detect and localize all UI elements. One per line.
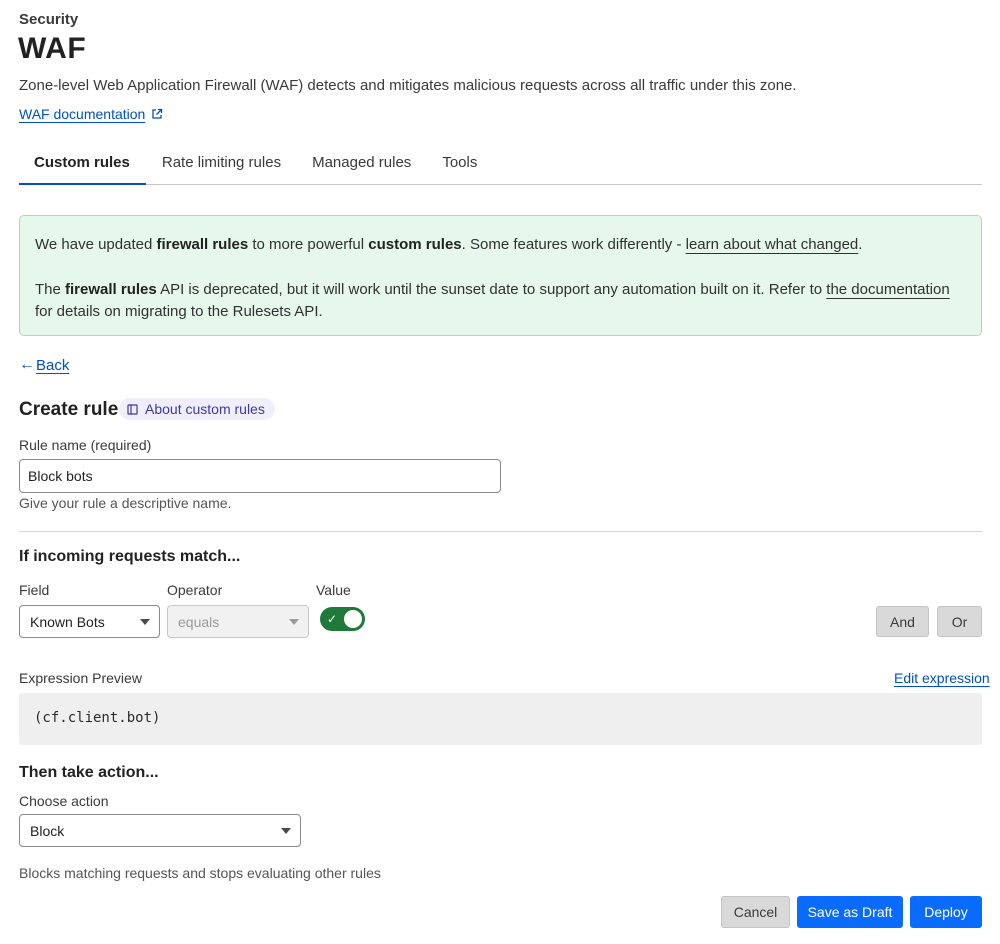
learn-what-changed-link[interactable]: learn about what changed (686, 236, 859, 253)
notice-line-1: We have updated firewall rules to more p… (35, 236, 863, 253)
operator-label: Operator (167, 582, 223, 598)
back-link[interactable]: ← Back (19, 356, 69, 374)
create-rule-title: Create rule (19, 399, 119, 420)
value-label: Value (316, 582, 351, 598)
operator-select-value: equals (178, 613, 220, 630)
or-button[interactable]: Or (937, 606, 982, 637)
choose-action-label: Choose action (19, 793, 109, 809)
action-heading: Then take action... (19, 764, 159, 781)
rule-name-label: Rule name (required) (19, 437, 152, 453)
tab-bar: Custom rules Rate limiting rules Managed… (19, 141, 982, 185)
chevron-down-icon (281, 828, 291, 834)
deploy-button[interactable]: Deploy (910, 896, 982, 928)
and-button[interactable]: And (876, 606, 929, 637)
check-icon: ✓ (327, 612, 338, 626)
external-link-icon (152, 108, 163, 119)
value-toggle[interactable]: ✓ (320, 607, 365, 631)
section-divider (19, 531, 982, 532)
edit-expression-link[interactable]: Edit expression (894, 670, 990, 686)
back-label: Back (36, 356, 70, 374)
tab-custom-rules[interactable]: Custom rules (19, 141, 146, 185)
field-select[interactable]: Known Bots (19, 605, 160, 638)
action-select-value: Block (30, 822, 65, 839)
field-select-value: Known Bots (30, 613, 105, 630)
chevron-down-icon (289, 619, 299, 625)
action-select[interactable]: Block (19, 814, 301, 847)
rule-name-hint: Give your rule a descriptive name. (19, 495, 232, 511)
save-as-draft-button[interactable]: Save as Draft (797, 896, 903, 928)
the-documentation-link[interactable]: the documentation (826, 281, 949, 298)
book-icon (127, 403, 138, 415)
tab-rate-limiting-rules[interactable]: Rate limiting rules (146, 141, 297, 185)
section-label: Security (19, 11, 79, 28)
notice-line-2: The firewall rules API is deprecated, bu… (35, 281, 950, 320)
match-heading: If incoming requests match... (19, 548, 241, 565)
tab-tools[interactable]: Tools (427, 141, 493, 185)
page-description: Zone-level Web Application Firewall (WAF… (19, 77, 797, 94)
toggle-knob (344, 610, 362, 628)
about-chip-label: About custom rules (145, 401, 265, 417)
about-custom-rules-chip[interactable]: About custom rules (119, 398, 275, 420)
cancel-button[interactable]: Cancel (721, 896, 790, 928)
operator-select: equals (167, 605, 309, 638)
expression-preview-box: (cf.client.bot) (19, 693, 982, 745)
firewall-rules-notice: We have updated firewall rules to more p… (19, 215, 982, 336)
expression-preview-label: Expression Preview (19, 670, 142, 686)
waf-documentation-link[interactable]: WAF documentation (19, 106, 163, 122)
arrow-left-icon: ← (19, 356, 35, 373)
rule-name-input[interactable] (19, 459, 501, 493)
doc-link-label: WAF documentation (19, 106, 146, 122)
tab-managed-rules[interactable]: Managed rules (297, 141, 427, 185)
action-hint: Blocks matching requests and stops evalu… (19, 865, 381, 881)
chevron-down-icon (140, 619, 150, 625)
field-label: Field (19, 582, 50, 598)
page-title: WAF (18, 32, 87, 65)
